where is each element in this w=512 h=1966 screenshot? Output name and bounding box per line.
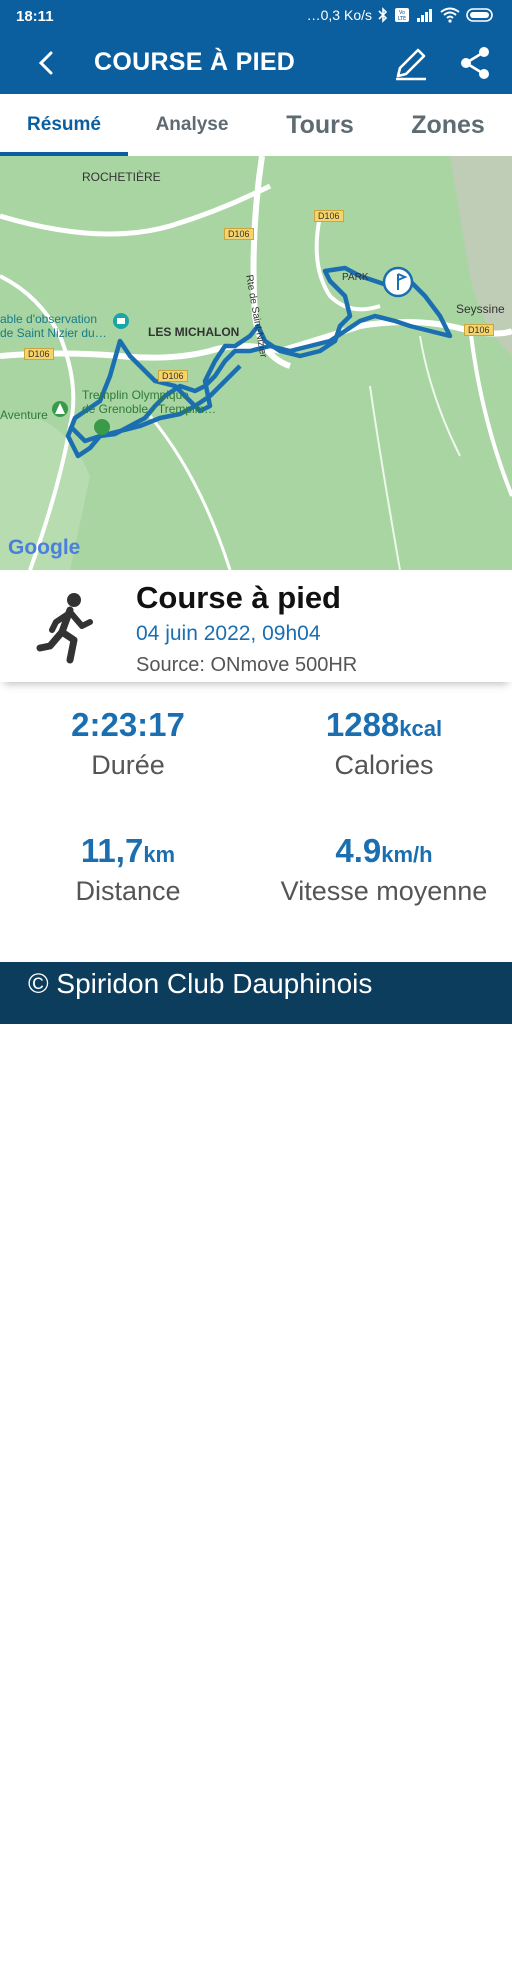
calories-value: 1288 bbox=[325, 706, 400, 743]
distance-label: Distance bbox=[75, 876, 181, 906]
map-label-rochetiere: ROCHETIÈRE bbox=[82, 170, 161, 184]
map-label-parking: PARK bbox=[342, 272, 369, 283]
bluetooth-icon bbox=[378, 7, 388, 23]
google-attribution: Google bbox=[8, 536, 81, 559]
road-badge: D106 bbox=[158, 370, 188, 382]
status-time: 18:11 bbox=[16, 8, 54, 25]
stat-distance: 11,7km Distance bbox=[0, 832, 256, 907]
speed-label: Vitesse moyenne bbox=[280, 876, 488, 906]
footer-copyright: © Spiridon Club Dauphinois bbox=[28, 968, 373, 999]
activity-date: 04 juin 2022, 09h04 bbox=[136, 622, 321, 645]
status-icons: …0,3 Ko/s Vo LTE bbox=[307, 7, 496, 23]
activity-title: Course à pied bbox=[136, 580, 341, 615]
battery-icon bbox=[466, 8, 493, 22]
distance-unit: km bbox=[143, 842, 176, 867]
volte-icon: VoLTE bbox=[395, 8, 409, 22]
calories-unit: kcal bbox=[399, 716, 443, 741]
runner-icon bbox=[36, 593, 93, 664]
nav-back-icon[interactable] bbox=[350, 1948, 372, 1966]
activity-source: Source: ONmove 500HR bbox=[136, 654, 358, 676]
stat-calories: 1288kcal Calories bbox=[256, 706, 512, 781]
nav-home-icon[interactable] bbox=[245, 1948, 267, 1966]
road-badge: D106 bbox=[24, 348, 54, 360]
network-speed: …0,3 Ko/s bbox=[306, 7, 372, 23]
tab-resume[interactable]: Résumé bbox=[0, 94, 128, 156]
map-label-aventure: Aventure bbox=[0, 408, 48, 422]
nav-recent-icon[interactable] bbox=[140, 1948, 162, 1966]
share-button[interactable] bbox=[456, 44, 494, 82]
svg-text:LTE: LTE bbox=[398, 16, 406, 22]
page-title: COURSE À PIED bbox=[94, 48, 296, 76]
road-badge: D106 bbox=[314, 210, 344, 222]
calories-label: Calories bbox=[334, 750, 434, 780]
duration-label: Durée bbox=[91, 750, 165, 780]
map-label-michalon: LES MICHALON bbox=[148, 325, 240, 339]
tab-tours[interactable]: Tours bbox=[256, 94, 384, 156]
stat-speed: 4.9km/h Vitesse moyenne bbox=[256, 832, 512, 907]
route-map[interactable]: ROCHETIÈRE LES MICHALON Seyssine able d'… bbox=[0, 156, 512, 570]
speed-value: 4.9 bbox=[335, 832, 382, 869]
status-bar: 18:11 …0,3 Ko/s Vo LTE bbox=[0, 0, 512, 32]
speed-unit: km/h bbox=[381, 842, 433, 867]
road-badge: D106 bbox=[224, 228, 254, 240]
tab-zones[interactable]: Zones bbox=[384, 94, 512, 156]
back-arrow-icon bbox=[38, 51, 53, 75]
map-label-tremplin-1: Tremplin Olympique bbox=[82, 388, 189, 402]
map-label-seyssinet: Seyssine bbox=[456, 302, 505, 316]
back-button[interactable] bbox=[30, 46, 64, 80]
google-logo: Google bbox=[8, 536, 80, 560]
activity-card: Course à pied 04 juin 2022, 09h04 Source… bbox=[0, 570, 512, 682]
map-label-observation-2: de Saint Nizier du… bbox=[0, 326, 107, 340]
road-badge: D106 bbox=[464, 324, 494, 336]
map-label-observation-1: able d'observation bbox=[0, 312, 98, 326]
edit-pencil-icon bbox=[396, 48, 426, 81]
edit-button[interactable] bbox=[392, 44, 430, 82]
tab-analyse[interactable]: Analyse bbox=[128, 94, 256, 156]
stat-duration: 2:23:17 Durée bbox=[0, 706, 256, 781]
map-label-tremplin-2: de Grenoble / Tremplin… bbox=[82, 402, 217, 416]
share-icon bbox=[461, 47, 489, 79]
tab-bar: Résumé Analyse Tours Zones bbox=[0, 94, 512, 156]
duration-value: 2:23:17 bbox=[71, 706, 185, 743]
footer: © Spiridon Club Dauphinois bbox=[0, 962, 512, 1966]
map-canvas bbox=[0, 156, 512, 570]
distance-value: 11,7 bbox=[80, 832, 144, 869]
signal-icon bbox=[417, 9, 432, 22]
wifi-icon bbox=[440, 7, 460, 23]
app-bar: COURSE À PIED bbox=[0, 32, 512, 94]
